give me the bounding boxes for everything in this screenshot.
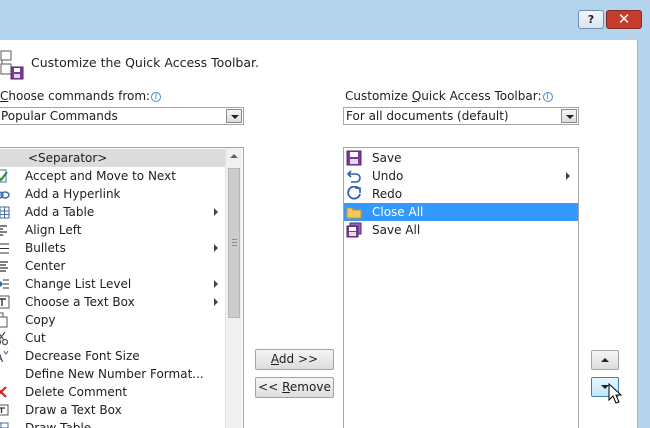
list-item-label: Redo	[372, 187, 403, 201]
choose-commands-dropdown[interactable]: Popular Commands	[0, 107, 244, 125]
list-item-bullets[interactable]: Bullets	[0, 239, 225, 257]
align-left-icon	[0, 225, 7, 236]
list-item-decrease-font-size[interactable]: A Decrease Font Size	[0, 347, 225, 365]
list-item-choose-a-text-box[interactable]: Choose a Text Box	[0, 293, 225, 311]
redo-icon	[347, 186, 361, 200]
info-icon[interactable]: i	[151, 92, 162, 102]
svg-text:A: A	[0, 351, 4, 364]
cut-icon	[0, 331, 9, 346]
list-item-center[interactable]: Center	[0, 257, 225, 275]
move-up-button[interactable]	[591, 350, 619, 370]
scroll-up-icon[interactable]	[226, 148, 242, 165]
list-item-label: Draw a Text Box	[25, 403, 122, 417]
commands-list-scrollbar[interactable]	[225, 148, 242, 428]
list-item-label: Delete Comment	[25, 385, 128, 399]
list-item-separator[interactable]: <Separator>	[0, 149, 225, 167]
list-item-label: Bullets	[25, 241, 66, 255]
text-box-icon	[0, 295, 10, 309]
list-item-change-list-level[interactable]: Change List Level	[0, 275, 225, 293]
list-item-delete-comment[interactable]: Delete Comment	[0, 383, 225, 401]
list-item-cut[interactable]: Cut	[0, 329, 225, 347]
delete-comment-icon	[0, 386, 7, 398]
add-button[interactable]: Add >>	[255, 349, 334, 370]
list-item-label: Align Left	[25, 223, 82, 237]
list-item-copy[interactable]: Copy	[0, 311, 225, 329]
draw-table-icon	[0, 422, 9, 428]
list-level-icon	[0, 279, 9, 289]
scrollbar-thumb[interactable]	[228, 168, 240, 318]
submenu-arrow-icon	[214, 298, 218, 306]
decrease-font-icon: A	[0, 350, 9, 364]
copy-icon	[0, 312, 8, 328]
dropdown-arrow-icon[interactable]	[561, 109, 577, 123]
title-bar	[0, 0, 650, 40]
info-icon[interactable]: i	[542, 92, 553, 102]
list-item-label: Draw Table	[25, 421, 92, 428]
close-button[interactable]: ✕	[606, 10, 642, 29]
list-item-add-a-hyperlink[interactable]: Add a Hyperlink	[0, 185, 225, 203]
list-item-label: Add a Hyperlink	[25, 187, 121, 201]
bullets-icon	[0, 243, 9, 254]
submenu-arrow-icon	[214, 244, 218, 252]
list-item-label: <Separator>	[28, 151, 108, 165]
list-item-label: Copy	[25, 313, 56, 327]
hyperlink-icon	[0, 191, 10, 199]
help-button[interactable]: ?	[578, 10, 604, 29]
list-item-draw-table[interactable]: Draw Table	[0, 419, 225, 428]
submenu-arrow-icon	[214, 208, 218, 216]
list-item-label: Undo	[372, 169, 404, 183]
list-item-save[interactable]: Save	[344, 149, 578, 167]
customize-toolbar-value: For all documents (default)	[346, 109, 509, 123]
save-icon	[346, 150, 362, 166]
dropdown-arrow-icon[interactable]	[226, 109, 242, 123]
list-item-label: Center	[25, 259, 66, 273]
submenu-arrow-icon	[214, 280, 218, 288]
center-icon	[0, 261, 8, 272]
list-item-undo[interactable]: Undo	[344, 167, 578, 185]
customize-toolbar-dropdown[interactable]: For all documents (default)	[343, 107, 579, 125]
list-item-redo[interactable]: Redo	[344, 185, 578, 203]
list-item-label: Change List Level	[25, 277, 132, 291]
toolbar-commands-list[interactable]: Save Undo Redo Close All Save All	[343, 147, 579, 428]
list-item-close-all[interactable]: Close All	[344, 203, 578, 221]
commands-list[interactable]: <Separator> Accept and Move to Next Add a …	[0, 147, 244, 428]
save-all-icon	[346, 222, 362, 238]
table-icon	[0, 206, 10, 219]
list-item-add-a-table[interactable]: Add a Table	[0, 203, 225, 221]
list-item-accept-and-move-to-next[interactable]: Accept and Move to Next	[0, 167, 225, 185]
list-item-save-all[interactable]: Save All	[344, 221, 578, 239]
dialog-heading: Customize the Quick Access Toolbar.	[31, 55, 259, 70]
list-item-label: Decrease Font Size	[25, 349, 140, 363]
customize-toolbar-label: Customize Quick Access Toolbar: i	[345, 89, 553, 103]
folder-icon	[346, 207, 362, 219]
list-item-label: Add a Table	[25, 205, 95, 219]
move-up-icon	[601, 358, 609, 362]
list-item-label: Define New Number Format...	[25, 367, 204, 381]
quick-access-toolbar-icon	[0, 50, 24, 80]
submenu-arrow-icon	[566, 172, 570, 180]
window-frame-right	[638, 40, 650, 428]
undo-icon	[346, 170, 361, 183]
accept-icon	[0, 169, 8, 183]
list-item-draw-a-text-box[interactable]: Draw a Text Box	[0, 401, 225, 419]
list-item-align-left[interactable]: Align Left	[0, 221, 225, 239]
list-item-label: Close All	[372, 205, 424, 219]
list-item-label: Cut	[25, 331, 46, 345]
draw-text-box-icon	[0, 404, 9, 416]
choose-commands-value: Popular Commands	[1, 109, 118, 123]
window-frame-edge	[637, 40, 638, 428]
choose-commands-label: Choose commands from: i	[0, 89, 162, 103]
list-item-label: Choose a Text Box	[25, 295, 135, 309]
list-item-label: Save All	[372, 223, 421, 237]
remove-button[interactable]: << Remove	[255, 377, 334, 398]
list-item-label: Accept and Move to Next	[25, 169, 176, 183]
list-item-label: Save	[372, 151, 402, 165]
mouse-cursor-icon	[608, 383, 623, 404]
list-item-define-new-number-format[interactable]: Define New Number Format...	[0, 365, 225, 383]
